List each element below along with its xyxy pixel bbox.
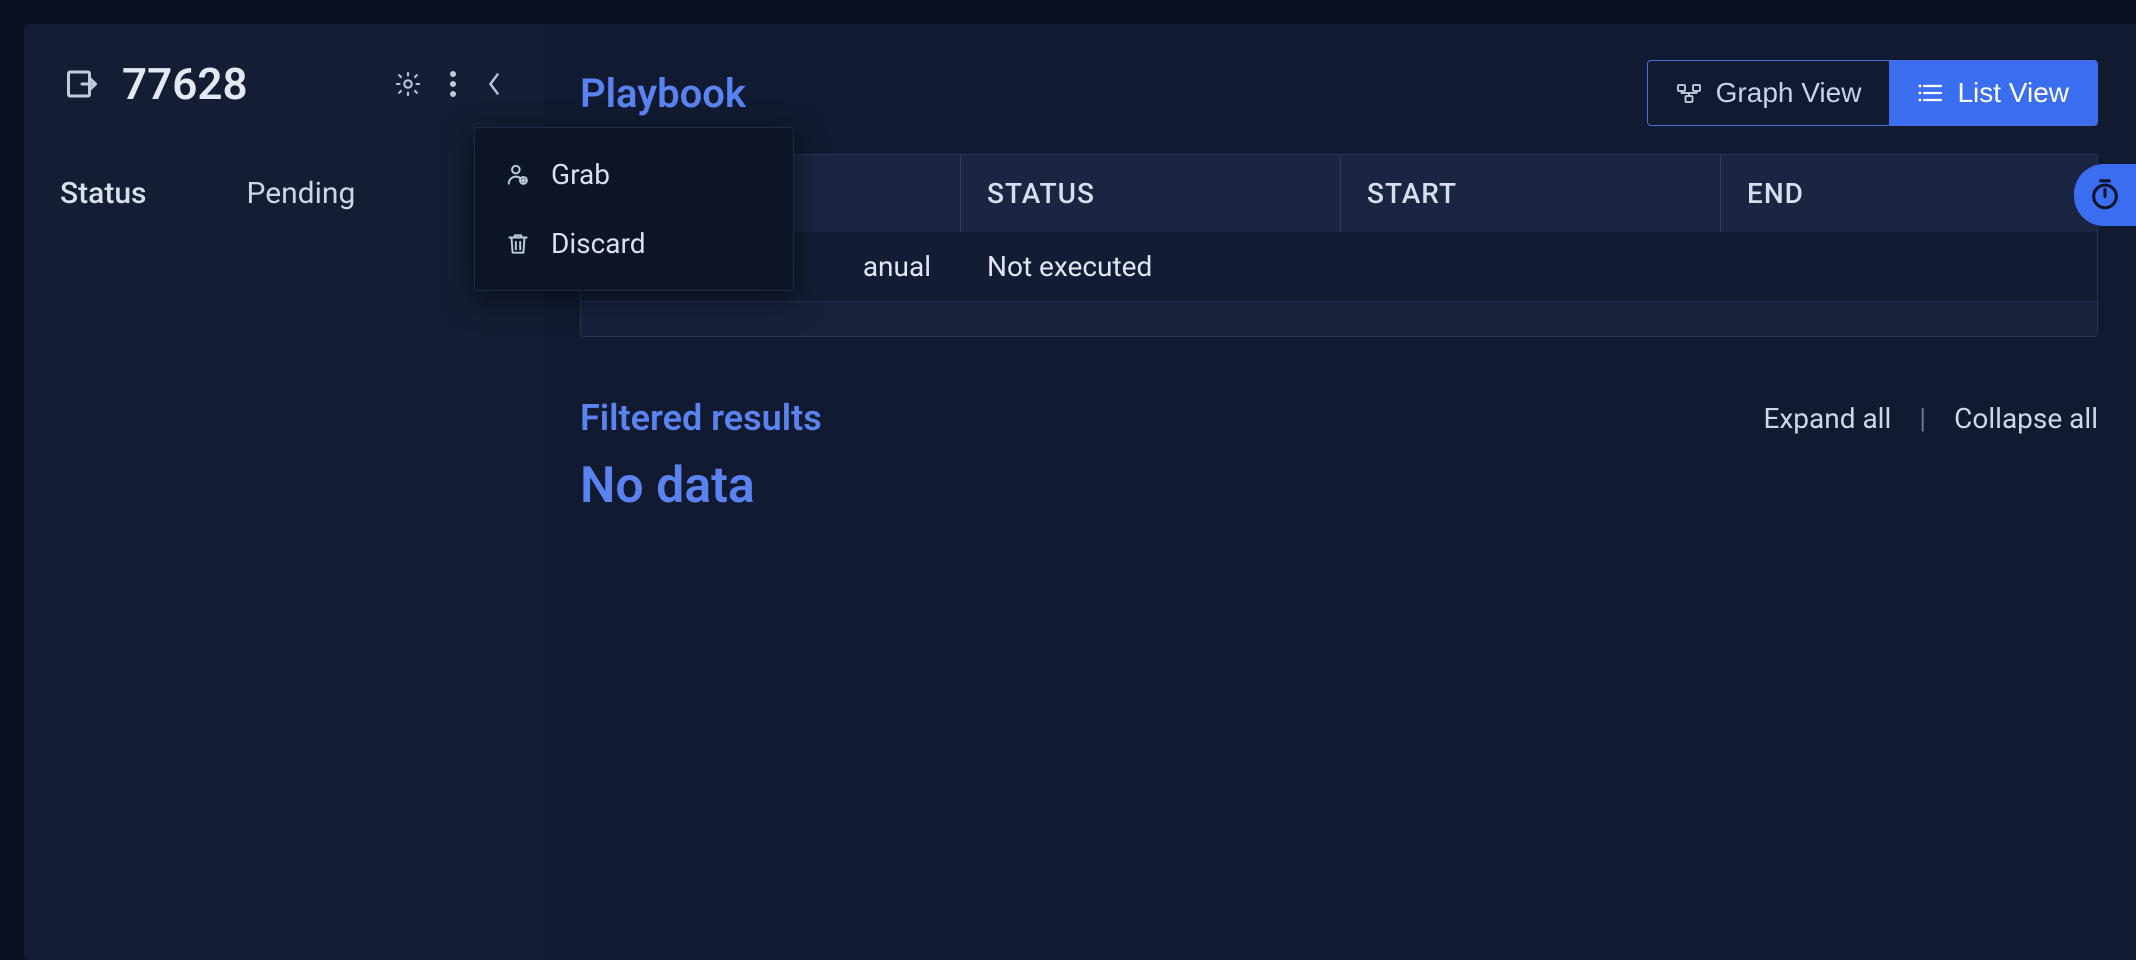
user-add-icon [505, 162, 531, 188]
sidebar-title-wrap: 77628 [60, 58, 248, 110]
graph-view-label: Graph View [1716, 77, 1862, 109]
graph-view-button[interactable]: Graph View [1648, 61, 1890, 125]
sidebar-actions [390, 66, 508, 102]
list-view-label: List View [1957, 77, 2069, 109]
cell-start [1341, 232, 1721, 301]
menu-item-label: Grab [551, 158, 610, 191]
case-id-title: 77628 [122, 58, 248, 110]
divider: | [1919, 402, 1926, 435]
expand-all-link[interactable]: Expand all [1763, 402, 1891, 435]
more-menu-icon[interactable] [446, 67, 460, 101]
status-label: Status [60, 176, 146, 211]
playbook-table: STATUS START END anual Not executed [580, 154, 2098, 337]
menu-item-label: Discard [551, 227, 646, 260]
cell-end [1721, 232, 2097, 301]
collapse-all-link[interactable]: Collapse all [1954, 402, 2098, 435]
view-toggle: Graph View List View [1647, 60, 2098, 126]
gear-icon[interactable] [390, 66, 426, 102]
table-header-row: STATUS START END [581, 155, 2097, 232]
expand-collapse-controls: Expand all | Collapse all [1763, 402, 2098, 435]
sidebar-header: 77628 [60, 58, 508, 110]
no-data-message: No data [580, 457, 2098, 515]
trash-icon [505, 231, 531, 257]
col-header-status: STATUS [961, 155, 1341, 232]
back-icon[interactable] [60, 62, 104, 106]
menu-item-grab[interactable]: Grab [475, 140, 793, 209]
stopwatch-icon [2088, 178, 2122, 212]
playbook-title: Playbook [580, 70, 746, 117]
graph-icon [1676, 82, 1702, 104]
timer-tab-button[interactable] [2074, 164, 2136, 226]
collapse-sidebar-icon[interactable] [480, 68, 508, 100]
dots-vertical-icon [450, 71, 456, 97]
status-value: Pending [246, 176, 355, 211]
col-header-end: END [1721, 155, 2097, 232]
sidebar: 77628 [24, 24, 544, 960]
table-row[interactable]: anual Not executed [581, 232, 2097, 302]
table-footer-spacer [581, 302, 2097, 336]
status-row: Status Pending [60, 176, 508, 211]
context-menu: Grab Discard [474, 127, 794, 291]
filtered-results-title: Filtered results [580, 397, 822, 439]
app-root: 77628 [0, 0, 2136, 960]
list-icon [1917, 82, 1943, 104]
list-view-button[interactable]: List View [1889, 61, 2097, 125]
col-header-start: START [1341, 155, 1721, 232]
main-header: Playbook Graph View [580, 60, 2098, 126]
menu-item-discard[interactable]: Discard [475, 209, 793, 278]
filtered-results-header: Filtered results Expand all | Collapse a… [580, 397, 2098, 439]
cell-status: Not executed [961, 232, 1341, 301]
